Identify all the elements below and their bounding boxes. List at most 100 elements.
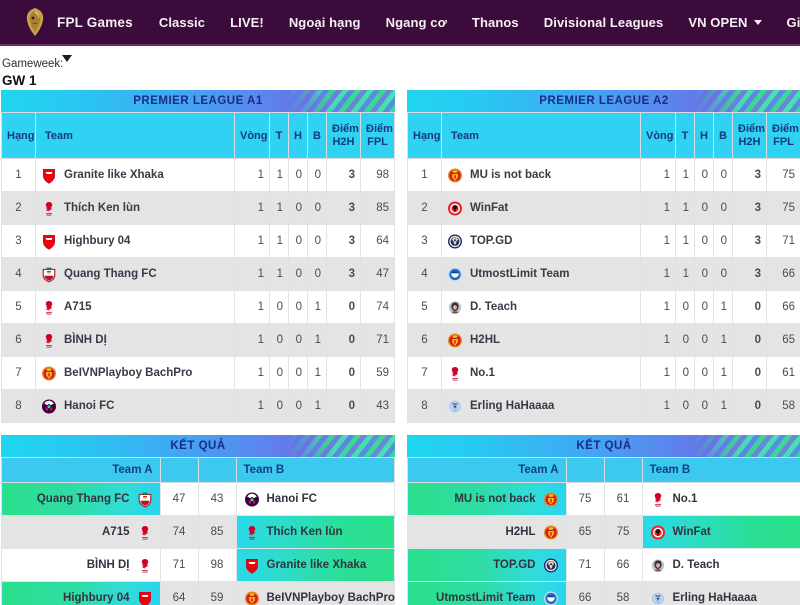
cell-team-a[interactable]: TOP.GD [407,548,567,582]
cell-team[interactable]: No.1 [441,356,641,390]
col-header-fpl[interactable]: Điểm FPL [360,112,395,159]
table-row[interactable]: 2 WinFat 1 1 0 0 3 75 [407,191,800,225]
table-row[interactable]: 3 TOP.GD 1 1 0 0 3 71 [407,224,800,258]
col-header-vong[interactable]: Vòng [640,112,676,159]
cell-team[interactable]: MU is not back [441,158,641,192]
cell-draws: 0 [694,224,714,258]
cell-team[interactable]: A715 [35,290,235,324]
cell-team[interactable]: TOP.GD [441,224,641,258]
cell-team[interactable]: Granite like Xhaka [35,158,235,192]
table-row[interactable]: 1 MU is not back 1 1 0 0 3 75 [407,158,800,192]
cell-team[interactable]: Erling HaHaaaa [441,389,641,423]
col-header-t[interactable]: T [269,112,289,159]
cell-team-a[interactable]: H2HL [407,515,567,549]
cell-team-b[interactable]: Erling HaHaaaa [641,581,800,605]
cell-h2h-points: 0 [326,389,361,423]
col-header-rank[interactable]: Hạng [407,112,442,159]
cell-team[interactable]: Hanoi FC [35,389,235,423]
nav-item-divisional-leagues[interactable]: Divisional Leagues [544,15,664,30]
cell-team[interactable]: Quang Thang FC [35,257,235,291]
cell-team[interactable]: Highbury 04 [35,224,235,258]
table-row[interactable]: 4 UtmostLimit Team 1 1 0 0 3 66 [407,257,800,291]
table-row[interactable]: 5 A715 1 0 0 1 0 74 [1,290,395,324]
cell-team-b[interactable]: No.1 [641,482,800,516]
cell-team-a[interactable]: MU is not back [407,482,567,516]
results-row[interactable]: A715 74 85 Thích Ken lùn [1,515,395,549]
nav-item-live[interactable]: LIVE! [230,15,264,30]
cell-team[interactable]: WinFat [441,191,641,225]
table-row[interactable]: 1 Granite like Xhaka 1 1 0 0 3 98 [1,158,395,192]
table-row[interactable]: 8 Hanoi FC 1 0 0 1 0 43 [1,389,395,423]
nav-item-giai-lien-ke[interactable]: Giải liên kế [787,15,800,30]
cell-team-b[interactable]: Granite like Xhaka [235,548,395,582]
cell-team[interactable]: H2HL [441,323,641,357]
cell-fpl-points: 66 [766,257,800,291]
cell-draws: 0 [694,191,714,225]
chevron-down-icon[interactable] [62,55,72,62]
cell-team-b[interactable]: D. Teach [641,548,800,582]
table-row[interactable]: 5 D. Teach 1 0 0 1 0 66 [407,290,800,324]
col-header-team[interactable]: Team [441,112,641,159]
cell-h2h-points: 3 [732,257,767,291]
cell-wins: 0 [675,323,695,357]
avatar-badge-icon [650,557,666,574]
results-row[interactable]: TOP.GD 71 66 D. Teach [407,548,800,582]
nav-item-thanos[interactable]: Thanos [472,15,519,30]
brand-name[interactable]: FPL Games [57,15,133,30]
results-row[interactable]: Highbury 04 64 59 BeIVNPlayboy BachPro [1,581,395,605]
results-row[interactable]: BÌNH DỊ 71 98 Granite like Xhaka [1,548,395,582]
cell-team-b[interactable]: WinFat [641,515,800,549]
cell-team[interactable]: D. Teach [441,290,641,324]
col-header-h2h[interactable]: Điểm H2H [732,112,767,159]
col-header-h[interactable]: H [288,112,308,159]
lion-crest-logo-icon[interactable] [22,7,48,37]
cell-losses: 0 [307,257,327,291]
premierleague-badge-icon [244,491,260,508]
cell-team-b[interactable]: BeIVNPlayboy BachPro [235,581,395,605]
nav-item-ngoai-hang[interactable]: Ngoại hạng [289,15,361,30]
team-name: No.1 [470,367,495,379]
col-header-vong[interactable]: Vòng [234,112,270,159]
results-row[interactable]: Quang Thang FC 47 43 Hanoi FC [1,482,395,516]
top-navigation-bar: FPL Games Classic LIVE! Ngoại hạng Ngang… [0,0,800,44]
league-panel-a1: PREMIER LEAGUE A1 Hạng Team Vòng T H B Đ… [1,90,395,605]
col-header-t[interactable]: T [675,112,695,159]
table-row[interactable]: 7 No.1 1 0 0 1 0 61 [407,356,800,390]
cell-team-a[interactable]: BÌNH DỊ [1,548,161,582]
cell-team[interactable]: BÌNH DỊ [35,323,235,357]
gameweek-value[interactable]: GW 1 [2,73,800,89]
gameweek-selector[interactable]: Gameweek: GW 1 [0,46,800,90]
results-row[interactable]: UtmostLimit Team 66 58 Erling HaHaaaa [407,581,800,605]
col-header-fpl[interactable]: Điểm FPL [766,112,800,159]
cell-team-a[interactable]: Highbury 04 [1,581,161,605]
nav-item-classic[interactable]: Classic [159,15,205,30]
cell-team-b[interactable]: Thích Ken lùn [235,515,395,549]
cell-team[interactable]: BeIVNPlayboy BachPro [35,356,235,390]
table-row[interactable]: 4 Quang Thang FC 1 1 0 0 3 47 [1,257,395,291]
table-row[interactable]: 2 Thích Ken lùn 1 1 0 0 3 85 [1,191,395,225]
cell-team-b[interactable]: Hanoi FC [235,482,395,516]
team-identity: BeIVNPlayboy BachPro [41,365,229,382]
nav-item-ngang-co[interactable]: Ngang cơ [386,15,447,30]
table-row[interactable]: 7 BeIVNPlayboy BachPro 1 0 0 1 0 59 [1,356,395,390]
cell-team[interactable]: UtmostLimit Team [441,257,641,291]
col-header-h[interactable]: H [694,112,714,159]
cell-team-a[interactable]: UtmostLimit Team [407,581,567,605]
cell-team-a[interactable]: Quang Thang FC [1,482,161,516]
col-header-b[interactable]: B [713,112,733,159]
cell-team-a[interactable]: A715 [1,515,161,549]
table-row[interactable]: 6 H2HL 1 0 0 1 0 65 [407,323,800,357]
cell-team[interactable]: Thích Ken lùn [35,191,235,225]
table-row[interactable]: 6 BÌNH DỊ 1 0 0 1 0 71 [1,323,395,357]
results-row[interactable]: H2HL 65 75 WinFat [407,515,800,549]
results-row[interactable]: MU is not back 75 61 No.1 [407,482,800,516]
cell-draws: 0 [694,356,714,390]
col-header-team[interactable]: Team [35,112,235,159]
col-header-h2h[interactable]: Điểm H2H [326,112,361,159]
col-header-b[interactable]: B [307,112,327,159]
team-b-name: Granite like Xhaka [266,559,367,571]
nav-item-vn-open[interactable]: VN OPEN [688,15,761,30]
table-row[interactable]: 8 Erling HaHaaaa 1 0 0 1 0 58 [407,389,800,423]
col-header-rank[interactable]: Hạng [1,112,36,159]
table-row[interactable]: 3 Highbury 04 1 1 0 0 3 64 [1,224,395,258]
